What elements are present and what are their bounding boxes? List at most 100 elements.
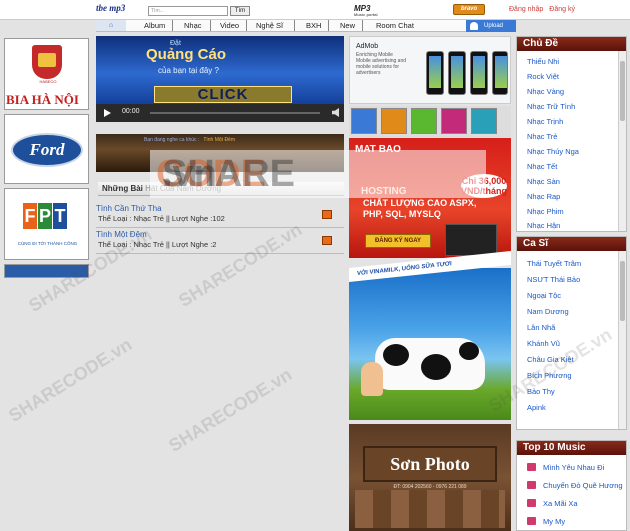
- category-item[interactable]: Nhạc Sàn: [527, 177, 560, 186]
- category-item[interactable]: Nhạc Trữ Tình: [527, 102, 575, 111]
- watermark-code: CODE: [58, 348, 114, 393]
- upload-label: Upload: [484, 23, 504, 29]
- search-button[interactable]: Tìm: [230, 6, 250, 16]
- category-item[interactable]: Nhạc Vàng: [527, 87, 564, 96]
- song-title-link[interactable]: Tình Một Đêm: [96, 230, 147, 239]
- login-link[interactable]: Đăng nhập: [509, 6, 543, 13]
- fpt-letter-t: T: [53, 203, 67, 229]
- ad-ford[interactable]: Ford: [4, 114, 89, 184]
- home-icon[interactable]: ⌂: [96, 20, 126, 31]
- category-item[interactable]: Nhạc Hận: [527, 221, 560, 230]
- singer-scrollbar[interactable]: [618, 251, 626, 429]
- song-meta: Thể Loại : Nhạc Trẻ || Lượt Nghe :102: [98, 214, 225, 223]
- watermark-share: SHARE: [175, 260, 240, 311]
- category-box: Chủ Đề Thiếu Nhi Rock Việt Nhạc Vàng Nhạ…: [516, 36, 627, 232]
- ad-son-photo[interactable]: Sơn Photo ĐT: 0904 202560 - 0976 221 089: [349, 424, 511, 531]
- top10-box: Top 10 Music Mình Yêu Nhau Đi Chuyến Đò …: [516, 440, 627, 531]
- upload-button[interactable]: Upload: [466, 20, 516, 32]
- cow-image: [375, 338, 485, 390]
- ad-matbao-hosting[interactable]: MAT BAO Chỉ 36,000 VND/tháng HOSTING CHẤ…: [349, 138, 511, 258]
- cow-spot: [383, 344, 409, 366]
- menu-divider: [294, 20, 295, 31]
- singer-item[interactable]: Apink: [527, 403, 546, 412]
- banner-click-button[interactable]: CLICK: [154, 86, 292, 103]
- category-scrollbar[interactable]: [618, 51, 626, 231]
- singer-item[interactable]: NSƯT Thái Bảo: [527, 275, 580, 284]
- top10-item[interactable]: Mình Yêu Nhau Đi: [543, 463, 604, 472]
- category-item[interactable]: Nhạc Phim: [527, 207, 564, 216]
- admob-subtitle: Enriching Mobile Mobile advertising and m…: [356, 52, 416, 76]
- search-input[interactable]: Tìm...: [148, 6, 228, 16]
- watermark: SHARECODE.vn: [165, 364, 296, 457]
- watermark-share: SHARE: [165, 405, 230, 456]
- menu-item-bxh[interactable]: BXH: [306, 21, 321, 31]
- auth-links: Đăng nhập Đăng ký: [509, 6, 581, 13]
- play-song-icon[interactable]: [322, 236, 332, 245]
- singer-item[interactable]: Lân Nhã: [527, 323, 555, 332]
- top10-item[interactable]: My My: [543, 517, 565, 526]
- watermark-domain: .vn: [102, 334, 136, 365]
- watermark-share: SHARE: [5, 375, 70, 426]
- mp3-badge-logo[interactable]: MP3 Music portal: [354, 4, 378, 17]
- watermark: SHARECODE.vn: [5, 334, 136, 427]
- menu-item-nhac[interactable]: Nhạc: [184, 21, 202, 31]
- ad-partial-blue[interactable]: [4, 264, 89, 278]
- register-link[interactable]: Đăng ký: [549, 6, 575, 13]
- category-item[interactable]: Nhạc Tết: [527, 162, 557, 171]
- song-title-link[interactable]: Tình Cần Thứ Tha: [96, 204, 162, 213]
- app-tile: [471, 108, 497, 134]
- ad-admob[interactable]: AdMob Enriching Mobile Mobile advertising…: [349, 36, 511, 104]
- category-item[interactable]: Nhạc Thúy Nga: [527, 147, 579, 156]
- bia-ha-noi-text: BIA HÀ NỘI: [6, 92, 79, 107]
- menu-divider: [210, 20, 211, 31]
- menu-item-room-chat[interactable]: Room Chat: [376, 21, 414, 31]
- category-item[interactable]: Nhạc Rap: [527, 192, 560, 201]
- singer-item[interactable]: Thái Tuyết Trâm: [527, 259, 581, 268]
- song-meta: Thể Loại : Nhạc Trẻ || Lượt Nghe :2: [98, 240, 217, 249]
- music-note-icon: [527, 499, 536, 507]
- singer-item[interactable]: Khánh Vũ: [527, 339, 560, 348]
- ad-fpt[interactable]: FPT CÙNG ĐI TỚI THÀNH CÔNG: [4, 188, 89, 260]
- top10-item[interactable]: Xa Mãi Xa: [543, 499, 578, 508]
- scrollbar-thumb[interactable]: [620, 261, 625, 321]
- ad-vinamilk[interactable]: VỚI VINAMILK, UỐNG SỮA TƯƠI: [349, 250, 511, 420]
- app-tile: [351, 108, 377, 134]
- songs-header-suffix: Hát Của Nam Dương: [145, 184, 222, 193]
- matbao-hosting-label: HOSTING: [361, 186, 407, 197]
- ad-placeholder-banner[interactable]: Đặt Quảng Cáo của bạn tại đây ? CLICK: [96, 36, 344, 104]
- menu-item-new[interactable]: New: [340, 21, 355, 31]
- singer-item[interactable]: Bảo Thy: [527, 387, 555, 396]
- category-item[interactable]: Thiếu Nhi: [527, 57, 559, 66]
- song-row: Tình Một Đêm Thể Loại : Nhạc Trẻ || Lượt…: [96, 228, 344, 254]
- phone-image: [448, 51, 466, 95]
- cow-spot: [421, 354, 451, 380]
- singer-item[interactable]: Châu Gia Kiệt: [527, 355, 574, 364]
- matbao-register-button[interactable]: ĐĂNG KÝ NGAY: [365, 234, 431, 248]
- singer-item[interactable]: Nam Dương: [527, 307, 569, 316]
- watermark-code: CODE: [218, 378, 274, 423]
- menu-divider: [172, 20, 173, 31]
- menu-divider: [362, 20, 363, 31]
- volume-icon[interactable]: [332, 108, 339, 117]
- child-image: [361, 362, 383, 396]
- top10-item[interactable]: Chuyến Đò Quê Hương: [543, 481, 623, 490]
- menu-item-nghe-si[interactable]: Nghệ Sĩ: [256, 21, 283, 31]
- category-item[interactable]: Nhạc Trẻ: [527, 132, 557, 141]
- scrollbar-thumb[interactable]: [620, 61, 625, 121]
- play-icon[interactable]: [104, 109, 111, 117]
- player-progress-bar[interactable]: [150, 112, 320, 114]
- menu-item-video[interactable]: Video: [220, 21, 239, 31]
- menu-item-album[interactable]: Album: [144, 21, 165, 31]
- site-logo[interactable]: tbe mp3: [96, 3, 125, 13]
- now-playing-song[interactable]: Tình Một Đêm: [203, 137, 235, 143]
- play-song-icon[interactable]: [322, 210, 332, 219]
- ad-bia-ha-noi[interactable]: HABECO BIA HÀ NỘI: [4, 38, 89, 110]
- song-row: Tình Cần Thứ Tha Thể Loại : Nhạc Trẻ || …: [96, 202, 344, 228]
- bravo-badge[interactable]: bravo: [453, 4, 485, 15]
- category-item[interactable]: Rock Việt: [527, 72, 559, 81]
- matbao-brand: MAT BAO: [355, 144, 401, 155]
- singer-item[interactable]: Ngoại Tộc: [527, 291, 561, 300]
- ad-app-tiles[interactable]: [349, 106, 511, 138]
- singer-item[interactable]: Bích Phương: [527, 371, 572, 380]
- category-item[interactable]: Nhạc Trịnh: [527, 117, 563, 126]
